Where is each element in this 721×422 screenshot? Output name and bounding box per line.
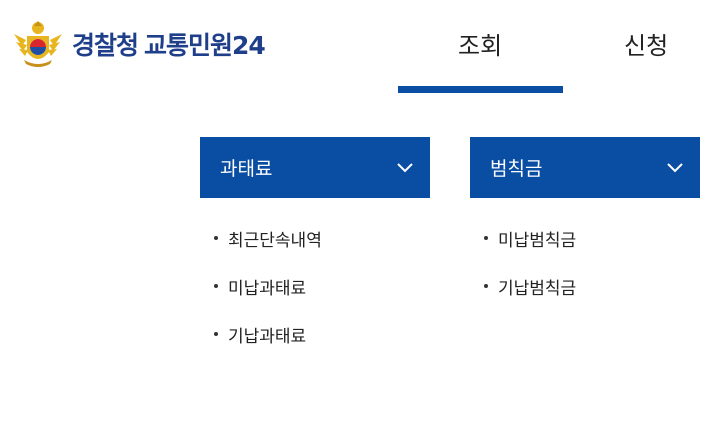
- menu-header-fine-label: 과태료: [220, 158, 273, 180]
- page: 경찰청 교통민원24 조회 신청 과태료 범칙금 최근단속내역 미납과태료 기납과…: [0, 0, 721, 422]
- submenu-item-unpaid-penalty[interactable]: 미납범칙금: [480, 214, 576, 262]
- submenu-item-label: 기납범칙금: [498, 278, 577, 299]
- site-logo[interactable]: 경찰청 교통민원24: [12, 18, 266, 70]
- chevron-down-icon: [397, 162, 413, 172]
- submenu-item-label: 기납과태료: [228, 326, 307, 347]
- bullet-dot: [484, 236, 488, 240]
- bullet-dot: [214, 236, 218, 240]
- logo-wordmark: 경찰청 교통민원24: [72, 26, 266, 62]
- menu-header-penalty[interactable]: 범칙금: [470, 137, 700, 198]
- submenu-fine: 최근단속내역 미납과태료 기납과태료: [210, 214, 322, 358]
- submenu-item-unpaid-fine[interactable]: 미납과태료: [210, 262, 322, 310]
- submenu-item-label: 미납범칙금: [498, 230, 577, 251]
- bullet-dot: [214, 332, 218, 336]
- submenu-item-label: 미납과태료: [228, 278, 307, 299]
- submenu-penalty: 미납범칙금 기납범칙금: [480, 214, 576, 310]
- submenu-item-recent-enforcement[interactable]: 최근단속내역: [210, 214, 322, 262]
- bullet-dot: [484, 284, 488, 288]
- logo-service-text: 교통민원24: [144, 31, 266, 60]
- submenu-item-label: 최근단속내역: [228, 230, 322, 251]
- chevron-down-icon: [667, 162, 683, 172]
- tab-inquiry[interactable]: 조회: [458, 26, 502, 61]
- active-tab-indicator: [398, 86, 563, 93]
- submenu-item-paid-penalty[interactable]: 기납범칙금: [480, 262, 576, 310]
- tab-apply[interactable]: 신청: [624, 26, 668, 61]
- police-emblem-icon: [14, 21, 62, 67]
- menu-header-penalty-label: 범칙금: [490, 158, 543, 180]
- submenu-item-paid-fine[interactable]: 기납과태료: [210, 310, 322, 358]
- bullet-dot: [214, 284, 218, 288]
- menu-header-fine[interactable]: 과태료: [200, 137, 430, 198]
- logo-org-text: 경찰청: [72, 31, 139, 60]
